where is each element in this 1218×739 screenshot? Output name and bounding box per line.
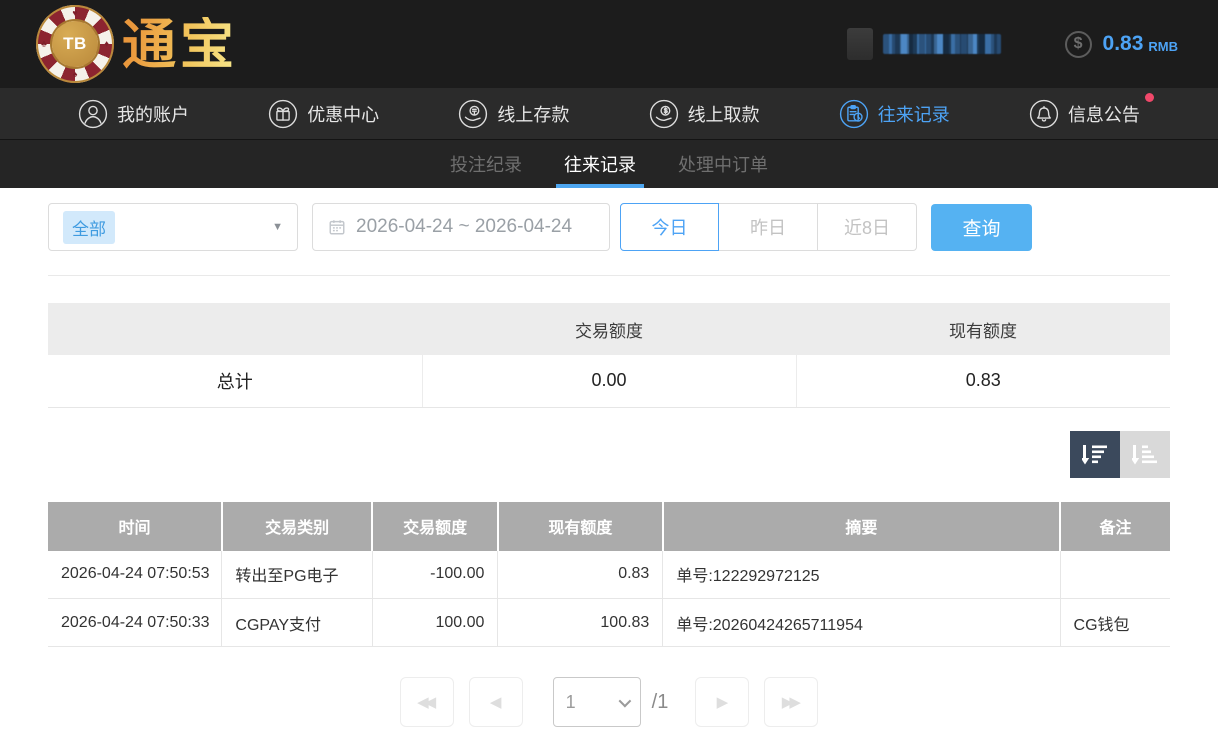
sort-descending-button[interactable] bbox=[1070, 431, 1120, 478]
sort-ascending-icon bbox=[1132, 443, 1159, 466]
next-page-button[interactable]: ▶ bbox=[695, 677, 749, 727]
summary-total-label: 总计 bbox=[48, 355, 422, 407]
nav-label: 线上存款 bbox=[497, 101, 569, 127]
records-icon bbox=[839, 99, 869, 129]
records-table: 时间 交易类别 交易额度 现有额度 摘要 备注 2026-04-24 07:50… bbox=[48, 502, 1170, 648]
nav-item-announcements[interactable]: 信息公告 bbox=[1029, 99, 1140, 129]
brand-name: 通宝 bbox=[122, 17, 244, 71]
nav-item-promotions[interactable]: 优惠中心 bbox=[268, 99, 379, 129]
censored-username[interactable] bbox=[883, 34, 1001, 54]
dollar-coin-icon: $ bbox=[1065, 31, 1092, 58]
nav-item-deposit[interactable]: 线上存款 bbox=[458, 99, 569, 129]
page-select[interactable]: 1 bbox=[553, 677, 641, 727]
quick-filter-yesterday[interactable]: 昨日 bbox=[719, 203, 818, 251]
tab-betting-records[interactable]: 投注纪录 bbox=[448, 140, 524, 188]
notification-dot bbox=[1145, 93, 1154, 102]
col-amount: 交易额度 bbox=[372, 502, 498, 551]
summary-trade-amount: 0.00 bbox=[422, 355, 796, 407]
chevron-down-icon: ▼ bbox=[272, 221, 283, 233]
date-range-input[interactable]: 2026-04-24 ~ 2026-04-24 bbox=[312, 203, 610, 251]
cell-type: CGPAY支付 bbox=[222, 599, 372, 647]
cell-balance: 0.83 bbox=[498, 551, 663, 599]
nav-label: 我的账户 bbox=[117, 101, 189, 127]
sort-descending-icon bbox=[1082, 443, 1109, 466]
brand-logo[interactable]: ♥ ♠ ♣ ♦ TB 通宝 bbox=[36, 5, 244, 83]
cell-time: 2026-04-24 07:50:53 bbox=[48, 551, 222, 599]
summary-header-empty bbox=[48, 303, 422, 355]
record-row: 2026-04-24 07:50:33 CGPAY支付 100.00 100.8… bbox=[48, 599, 1170, 647]
withdraw-icon bbox=[649, 99, 679, 129]
cell-summary: 单号:122292972125 bbox=[663, 551, 1060, 599]
cell-type: 转出至PG电子 bbox=[222, 551, 372, 599]
nav-item-withdraw[interactable]: 线上取款 bbox=[649, 99, 760, 129]
record-row: 2026-04-24 07:50:53 转出至PG电子 -100.00 0.83… bbox=[48, 551, 1170, 599]
nav-label: 优惠中心 bbox=[307, 101, 379, 127]
prev-page-button[interactable]: ◀ bbox=[469, 677, 523, 727]
currency-label: RMB bbox=[1148, 35, 1178, 54]
col-type: 交易类别 bbox=[222, 502, 372, 551]
cell-note bbox=[1060, 551, 1170, 599]
quick-filter-last8days[interactable]: 近8日 bbox=[818, 203, 917, 251]
balance-amount: 0.83 bbox=[1103, 32, 1144, 56]
cell-note: CG钱包 bbox=[1060, 599, 1170, 647]
tab-label: 处理中订单 bbox=[678, 151, 768, 177]
summary-header-current-balance: 现有额度 bbox=[796, 303, 1170, 355]
col-note: 备注 bbox=[1060, 502, 1170, 551]
main-navigation: 我的账户 优惠中心 线上存款 线上取款 bbox=[0, 88, 1218, 140]
tab-label: 往来记录 bbox=[564, 151, 636, 177]
tab-transaction-records[interactable]: 往来记录 bbox=[562, 140, 638, 188]
summary-total-row: 总计 0.00 0.83 bbox=[48, 355, 1170, 407]
col-summary: 摘要 bbox=[663, 502, 1060, 551]
filter-bar: 全部 ▼ 2026-04-24 ~ 2026-04-24 今日 昨日 近8日 查… bbox=[48, 203, 1170, 251]
summary-header-row: 交易额度 现有额度 bbox=[48, 303, 1170, 355]
cell-amount: -100.00 bbox=[372, 551, 498, 599]
quick-filter-today[interactable]: 今日 bbox=[620, 203, 719, 251]
type-selected-chip: 全部 bbox=[63, 211, 115, 244]
avatar[interactable] bbox=[847, 28, 873, 60]
sub-navigation: 投注纪录 往来记录 处理中订单 bbox=[0, 140, 1218, 188]
summary-header-trade-amount: 交易额度 bbox=[422, 303, 796, 355]
cell-balance: 100.83 bbox=[498, 599, 663, 647]
bell-icon bbox=[1029, 99, 1059, 129]
balance-display: $ 0.83 RMB bbox=[1065, 31, 1178, 58]
cell-amount: 100.00 bbox=[372, 599, 498, 647]
sort-ascending-button[interactable] bbox=[1120, 431, 1170, 478]
cell-time: 2026-04-24 07:50:33 bbox=[48, 599, 222, 647]
type-dropdown[interactable]: 全部 ▼ bbox=[48, 203, 298, 251]
deposit-icon bbox=[458, 99, 488, 129]
calendar-icon bbox=[328, 218, 346, 236]
poker-chip-icon: ♥ ♠ ♣ ♦ TB bbox=[36, 5, 114, 83]
first-page-button[interactable]: ◀◀ bbox=[400, 677, 454, 727]
cell-summary: 单号:20260424265711954 bbox=[663, 599, 1060, 647]
tab-pending-orders[interactable]: 处理中订单 bbox=[676, 140, 770, 188]
main-content: 全部 ▼ 2026-04-24 ~ 2026-04-24 今日 昨日 近8日 查… bbox=[0, 188, 1218, 727]
last-page-button[interactable]: ▶▶ bbox=[764, 677, 818, 727]
quick-date-group: 今日 昨日 近8日 bbox=[620, 203, 917, 251]
records-header-row: 时间 交易类别 交易额度 现有额度 摘要 备注 bbox=[48, 502, 1170, 551]
summary-current-balance: 0.83 bbox=[796, 355, 1170, 407]
nav-label: 线上取款 bbox=[688, 101, 760, 127]
gift-icon bbox=[268, 99, 298, 129]
user-icon bbox=[78, 99, 108, 129]
pagination: ◀◀ ◀ 1 /1 ▶ ▶▶ bbox=[48, 677, 1170, 727]
page-select-value: 1 bbox=[566, 692, 576, 713]
sort-controls bbox=[48, 431, 1170, 478]
col-balance: 现有额度 bbox=[498, 502, 663, 551]
nav-item-transactions[interactable]: 往来记录 bbox=[839, 99, 950, 129]
search-button[interactable]: 查询 bbox=[931, 204, 1032, 251]
summary-table: 交易额度 现有额度 总计 0.00 0.83 bbox=[48, 303, 1170, 408]
page-total: /1 bbox=[652, 691, 669, 714]
section-divider bbox=[48, 275, 1170, 276]
nav-label: 信息公告 bbox=[1068, 101, 1140, 127]
nav-item-my-account[interactable]: 我的账户 bbox=[78, 99, 189, 129]
chevron-down-icon bbox=[618, 694, 631, 707]
tab-label: 投注纪录 bbox=[450, 151, 522, 177]
date-range-value: 2026-04-24 ~ 2026-04-24 bbox=[356, 216, 572, 238]
top-header: ♥ ♠ ♣ ♦ TB 通宝 $ 0.83 RMB bbox=[0, 0, 1218, 88]
chip-badge: TB bbox=[52, 21, 98, 67]
col-time: 时间 bbox=[48, 502, 222, 551]
nav-label: 往来记录 bbox=[878, 101, 950, 127]
